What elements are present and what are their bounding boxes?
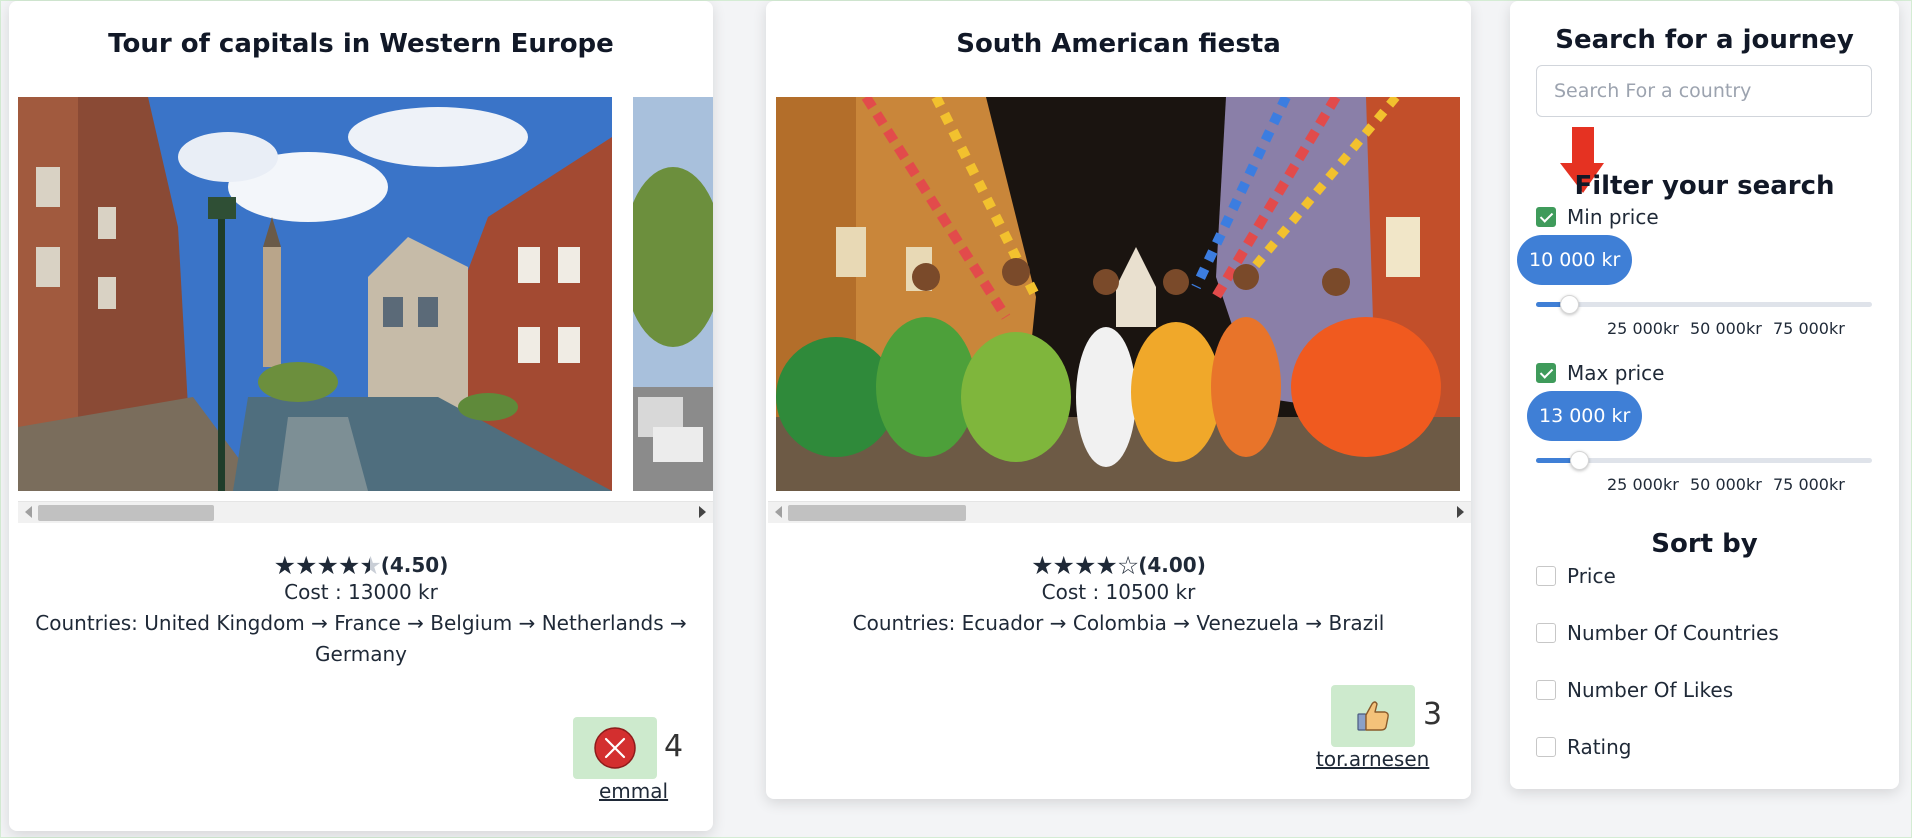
min-price-slider[interactable]	[1536, 295, 1872, 314]
carnival-dancers-photo	[776, 97, 1460, 491]
scrollbar-thumb[interactable]	[788, 505, 966, 521]
slider-tick-label: 25 000kr	[1607, 319, 1679, 338]
rating-value: (4.00)	[1138, 553, 1206, 577]
search-sidebar: Search for a journey Filter your search …	[1510, 1, 1899, 789]
star-full-icon: ★	[273, 551, 296, 580]
photo-gallery[interactable]	[18, 97, 713, 491]
photo-gallery[interactable]	[776, 97, 1460, 491]
like-count: 3	[1423, 697, 1443, 732]
star-full-icon: ★	[1095, 551, 1117, 580]
like-button[interactable]	[1331, 685, 1415, 747]
sidebar-title: Search for a journey	[1555, 25, 1854, 55]
slider-tick-label: 25 000kr	[1607, 475, 1679, 494]
sort-rating-label: Rating	[1567, 735, 1632, 759]
next-photo-peek	[633, 97, 713, 491]
close-circle-icon	[594, 727, 636, 769]
countries-text-continued: Germany	[315, 642, 407, 666]
star-full-icon: ★	[295, 551, 317, 580]
slider-tick-label: 50 000kr	[1690, 319, 1762, 338]
min-price-value: 10 000 kr	[1529, 249, 1621, 271]
max-price-slider[interactable]	[1536, 451, 1872, 470]
sort-title: Sort by	[1651, 529, 1758, 559]
thumbs-up-icon	[1357, 701, 1389, 731]
country-search-input[interactable]	[1536, 65, 1872, 117]
gallery-scrollbar[interactable]	[768, 501, 1471, 523]
countries-text: Countries: Ecuador → Colombia → Venezuel…	[852, 611, 1385, 635]
star-full-icon: ★	[1031, 551, 1053, 580]
max-price-checkbox[interactable]	[1536, 363, 1556, 383]
min-price-checkbox[interactable]	[1536, 207, 1556, 227]
cost-text: Cost : 10500 kr	[1041, 580, 1196, 604]
journey-card-1: Tour of capitals in Western Europe ★★★★★…	[9, 1, 713, 831]
canal-street-photo	[18, 97, 612, 491]
author-link[interactable]: tor.arnesen	[1316, 747, 1429, 771]
sort-likes-checkbox[interactable]	[1536, 680, 1556, 700]
max-price-label: Max price	[1567, 361, 1665, 385]
journey-title: Tour of capitals in Western Europe	[108, 29, 614, 59]
filter-title: Filter your search	[1574, 171, 1835, 201]
star-half-icon: ★	[359, 551, 381, 580]
sort-price-checkbox[interactable]	[1536, 566, 1556, 586]
countries-text: Countries: United Kingdom → France → Bel…	[35, 611, 687, 635]
max-price-value-bubble: 13 000 kr	[1527, 391, 1643, 441]
scroll-right-icon[interactable]	[1457, 506, 1464, 518]
journey-card-2: South American fiesta ★★★★☆(4.00) Cost:…	[766, 1, 1471, 799]
rating: ★★★★★(4.50)	[9, 551, 713, 580]
scroll-left-icon[interactable]	[25, 506, 32, 518]
star-full-icon: ★	[337, 551, 360, 580]
sort-price-label: Price	[1567, 564, 1616, 588]
scrollbar-thumb[interactable]	[38, 505, 214, 521]
min-price-slider-handle[interactable]	[1560, 295, 1580, 314]
min-price-value-bubble: 10 000 kr	[1517, 235, 1633, 285]
scroll-right-icon[interactable]	[699, 506, 706, 518]
cost-text: Cost : 13000 kr	[284, 580, 438, 604]
journey-title: South American fiesta	[956, 29, 1281, 59]
star-full-icon: ★	[316, 551, 338, 580]
rating: ★★★★☆(4.00)	[766, 551, 1471, 580]
star-empty-icon: ☆	[1116, 551, 1139, 580]
slider-tick-label: 75 000kr	[1773, 319, 1845, 338]
min-price-label: Min price	[1567, 205, 1659, 229]
rating-value: (4.50)	[380, 553, 449, 577]
slider-tick-label: 50 000kr	[1690, 475, 1762, 494]
gallery-scrollbar[interactable]	[18, 501, 713, 523]
like-count: 4	[664, 729, 684, 764]
star-full-icon: ★	[1052, 551, 1075, 580]
star-full-icon: ★	[1073, 551, 1096, 580]
sort-likes-label: Number Of Likes	[1567, 678, 1734, 702]
max-price-slider-handle[interactable]	[1570, 451, 1590, 470]
remove-like-button[interactable]	[573, 717, 657, 779]
max-price-value: 13 000 kr	[1539, 405, 1631, 427]
author-link[interactable]: emmal	[599, 779, 668, 803]
sort-countries-label: Number Of Countries	[1567, 621, 1779, 645]
sort-countries-checkbox[interactable]	[1536, 623, 1556, 643]
sort-rating-checkbox[interactable]	[1536, 737, 1556, 757]
slider-tick-label: 75 000kr	[1773, 475, 1845, 494]
scroll-left-icon[interactable]	[775, 506, 782, 518]
